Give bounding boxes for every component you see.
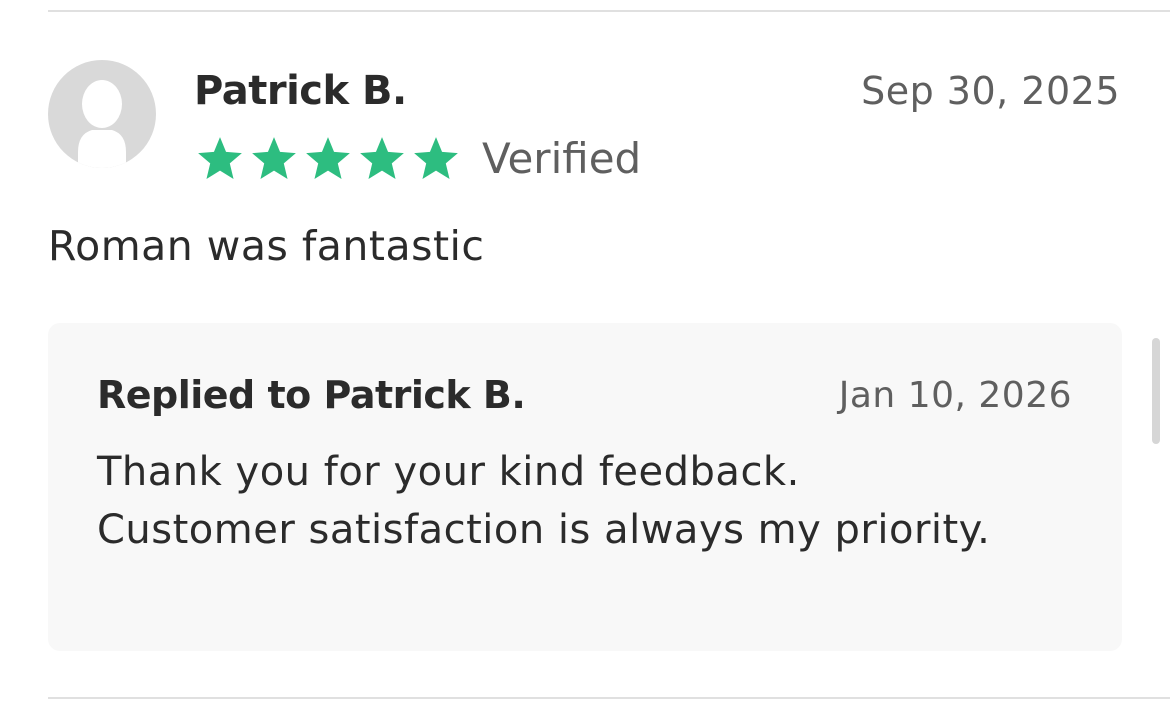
reply-date: Jan 10, 2026 — [838, 375, 1072, 416]
reply-box: Replied to Patrick B. Jan 10, 2026 Thank… — [48, 323, 1122, 651]
top-divider — [48, 10, 1170, 12]
review-date: Sep 30, 2025 — [861, 69, 1120, 113]
reply-title: Replied to Patrick B. — [97, 373, 526, 417]
reply-text: Thank you for your kind feedback. Custom… — [97, 449, 991, 553]
bottom-divider — [48, 697, 1170, 699]
star-icon — [360, 137, 404, 179]
scrollbar[interactable] — [1152, 338, 1160, 444]
star-icon — [252, 137, 296, 179]
reviewer-avatar — [48, 60, 156, 168]
star-icon — [198, 137, 242, 179]
verified-label: Verified — [482, 134, 642, 183]
reviewer-name: Patrick B. — [194, 68, 407, 114]
review-text: Roman was fantastic — [48, 222, 485, 270]
star-icon — [414, 137, 458, 179]
star-icon — [306, 137, 350, 179]
star-rating — [194, 134, 464, 184]
user-silhouette-icon — [78, 80, 126, 168]
review-card: Patrick B. Sep 30, 2025 Verified Roman w… — [0, 0, 1170, 708]
